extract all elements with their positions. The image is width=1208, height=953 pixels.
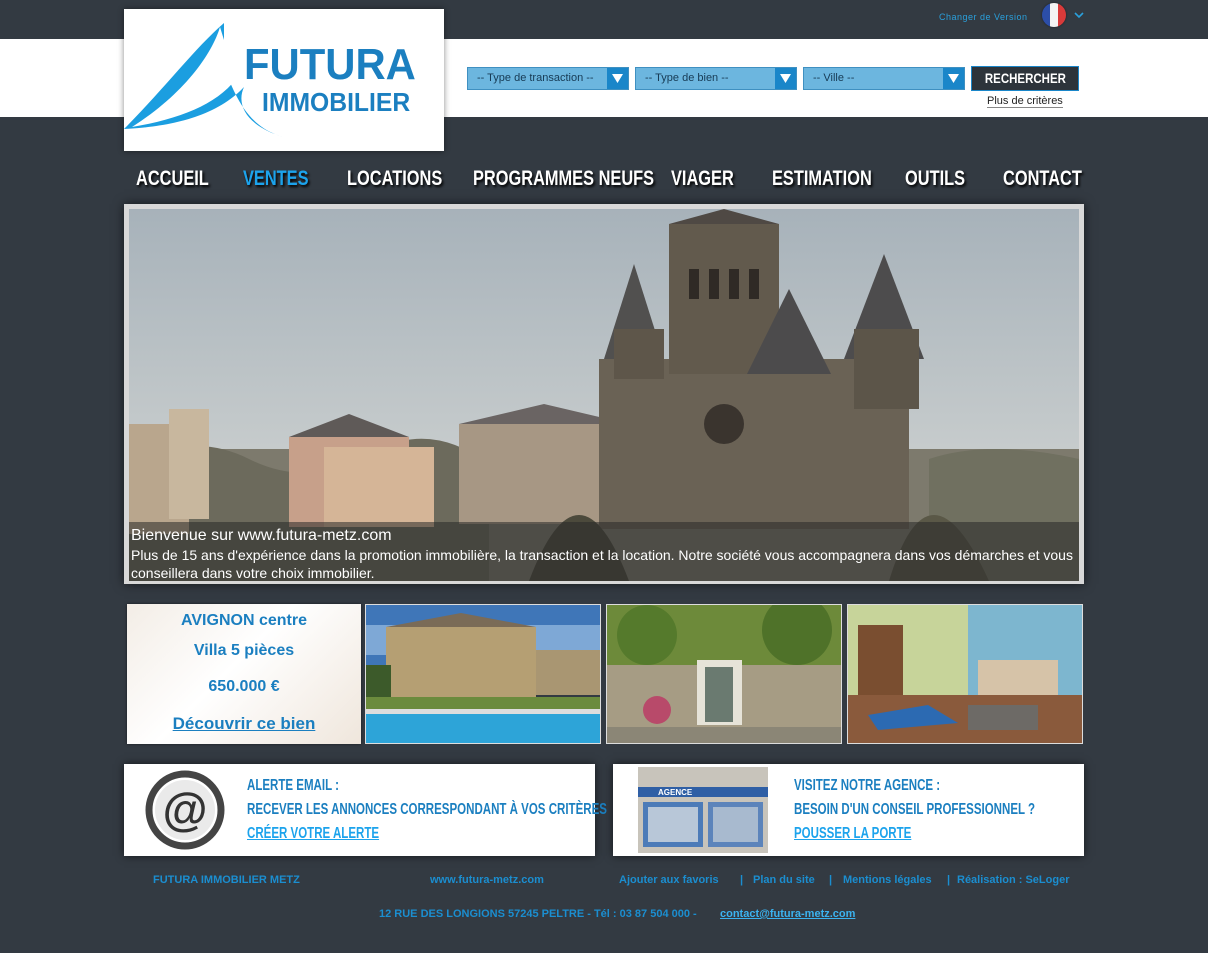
more-criteria-link[interactable]: Plus de critères [987, 95, 1063, 108]
nav-item-accueil[interactable]: ACCUEIL [136, 165, 209, 193]
dropdown-arrow-icon [775, 68, 796, 89]
agency-title: VISITEZ NOTRE AGENCE : [794, 777, 941, 794]
change-version-label[interactable]: Changer de Version [939, 12, 1028, 22]
dropdown-arrow-icon [607, 68, 628, 89]
visit-agency-card[interactable]: AGENCE VISITEZ NOTRE AGENCE : BESOIN D'U… [613, 764, 1084, 856]
legal-notice-link[interactable]: Mentions légales [843, 874, 932, 886]
footer-address: 12 RUE DES LONGIONS 57245 PELTRE - Tél :… [379, 908, 697, 920]
property-thumbnail-living-room[interactable] [847, 604, 1083, 744]
nav-item-estimation[interactable]: ESTIMATION [772, 165, 872, 193]
property-type-select[interactable]: -- Type de bien -- [635, 67, 797, 90]
chevron-down-icon[interactable] [1074, 11, 1084, 19]
hero-title: Bienvenue sur www.futura-metz.com [131, 527, 392, 544]
credit-link[interactable]: Réalisation : SeLoger [957, 874, 1069, 886]
hero-slideshow[interactable]: Bienvenue sur www.futura-metz.com Plus d… [124, 204, 1084, 584]
nav-item-ventes[interactable]: VENTES [243, 165, 309, 193]
footer-company: FUTURA IMMOBILIER METZ [153, 874, 300, 886]
svg-text:@: @ [163, 783, 208, 835]
property-thumbnail-garden[interactable] [606, 604, 842, 744]
create-alert-link[interactable]: CRÉER VOTRE ALERTE [247, 824, 379, 844]
nav-item-contact[interactable]: CONTACT [1003, 165, 1082, 193]
contact-email-link[interactable]: contact@futura-metz.com [720, 908, 855, 920]
nav-item-outils[interactable]: OUTILS [905, 165, 965, 193]
nav-item-viager[interactable]: VIAGER [671, 165, 734, 193]
alert-title: ALERTE EMAIL : [247, 777, 339, 794]
agency-description: BESOIN D'UN CONSEIL PROFESSIONNEL ? [794, 801, 1036, 818]
logo[interactable]: FUTURA IMMOBILIER [124, 9, 444, 151]
footer-separator: | [740, 874, 744, 886]
transaction-type-value: -- Type de transaction -- [477, 72, 594, 84]
hero-image: Bienvenue sur www.futura-metz.com Plus d… [129, 209, 1079, 581]
city-select[interactable]: -- Ville -- [803, 67, 965, 90]
push-door-link[interactable]: POUSSER LA PORTE [794, 824, 911, 844]
property-type-value: -- Type de bien -- [645, 72, 729, 84]
french-flag-icon[interactable] [1042, 3, 1066, 27]
promo-property-type: Villa 5 pièces [193, 642, 295, 659]
transaction-type-select[interactable]: -- Type de transaction -- [467, 67, 629, 90]
promo-price: 650.000 € [208, 678, 280, 695]
alert-description: RECEVER LES ANNONCES CORRESPONDANT À VOS… [247, 801, 607, 818]
footer-separator: | [947, 874, 951, 886]
sitemap-link[interactable]: Plan du site [753, 874, 815, 886]
email-alert-card[interactable]: @ ALERTE EMAIL : RECEVER LES ANNONCES CO… [124, 764, 607, 856]
agency-sign-text: AGENCE [658, 788, 693, 797]
logo-immobilier-text: IMMOBILIER [262, 87, 411, 117]
property-thumbnail-pool[interactable] [365, 604, 601, 744]
search-button[interactable]: RECHERCHER [971, 66, 1079, 91]
featured-property[interactable]: AVIGNON centre Villa 5 pièces 650.000 € … [127, 604, 361, 744]
at-sign-icon: @ [145, 770, 225, 850]
hero-caption: Bienvenue sur www.futura-metz.com Plus d… [129, 522, 1079, 581]
footer-separator: | [829, 874, 833, 886]
city-value: -- Ville -- [813, 72, 855, 84]
nav-item-locations[interactable]: LOCATIONS [347, 165, 442, 193]
agency-storefront-image: AGENCE [638, 767, 768, 853]
add-favorites-link[interactable]: Ajouter aux favoris [619, 874, 719, 886]
logo-futura-text: FUTURA [244, 40, 416, 89]
dropdown-arrow-icon [943, 68, 964, 89]
footer-website-link[interactable]: www.futura-metz.com [430, 874, 544, 886]
nav-item-programmes-neufs[interactable]: PROGRAMMES NEUFS [473, 165, 654, 193]
discover-property-link[interactable]: Découvrir ce bien [127, 714, 361, 734]
promo-location: AVIGNON centre [181, 612, 307, 629]
main-nav: ACCUEIL VENTES LOCATIONS PROGRAMMES NEUF… [124, 165, 1084, 195]
hero-description: Plus de 15 ans d'expérience dans la prom… [131, 547, 1073, 581]
